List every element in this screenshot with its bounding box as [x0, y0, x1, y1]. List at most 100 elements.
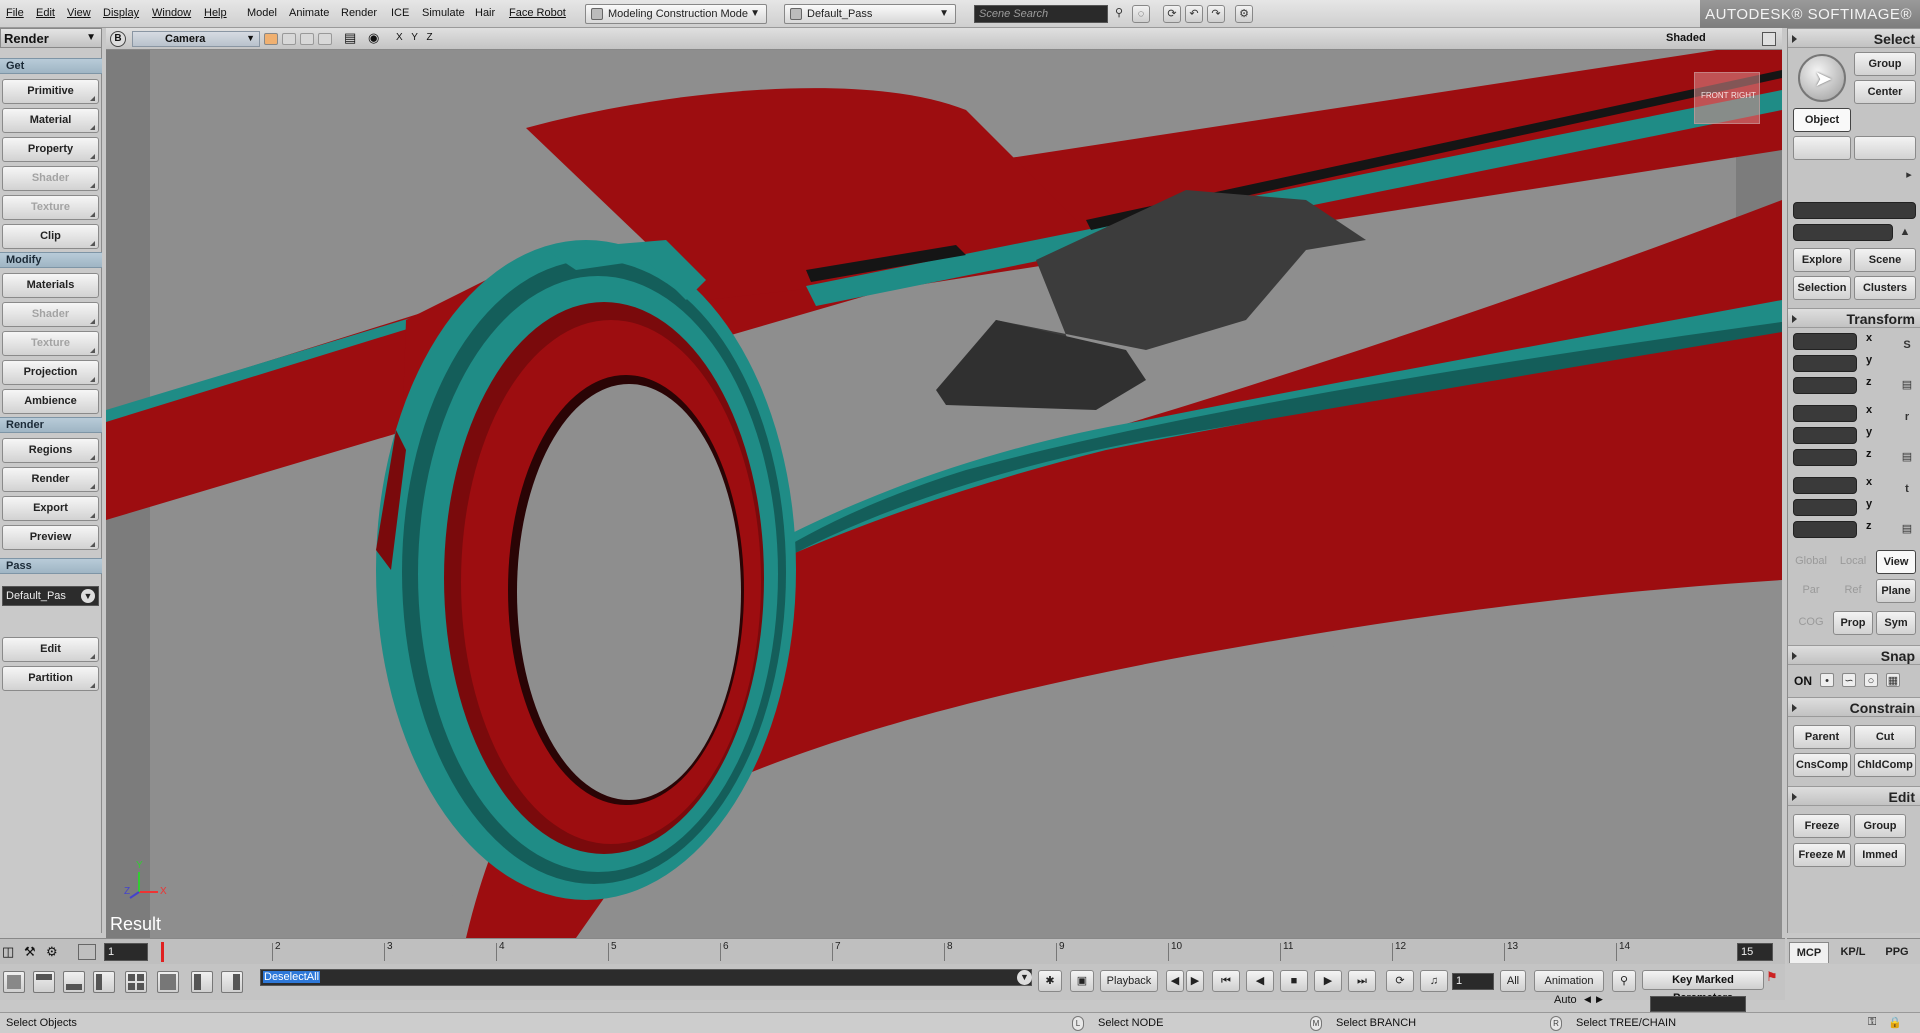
menu-edit[interactable]: Edit: [36, 7, 55, 19]
layout-single-icon[interactable]: [3, 971, 25, 993]
prev-frame-icon[interactable]: ◀: [1246, 970, 1274, 992]
material-button[interactable]: Material: [2, 108, 99, 133]
scale-icon[interactable]: S: [1900, 338, 1914, 352]
ref-ref-button[interactable]: Ref: [1833, 579, 1873, 603]
prop-button[interactable]: Prop: [1833, 611, 1873, 635]
all-button[interactable]: All: [1500, 970, 1526, 992]
rotate-icon[interactable]: r: [1900, 410, 1914, 424]
modify-texture-button[interactable]: Texture: [2, 331, 99, 356]
maximize-icon[interactable]: [1762, 32, 1776, 46]
explore-clusters-button[interactable]: Clusters: [1854, 276, 1916, 300]
gear-icon[interactable]: ⚙: [46, 944, 64, 960]
camera-select[interactable]: Camera ▼: [132, 31, 260, 47]
rotate-x-field[interactable]: [1793, 405, 1857, 422]
scene-search-input[interactable]: Scene Search: [974, 5, 1108, 23]
select-tool-button[interactable]: ➤: [1798, 54, 1846, 102]
rotate-y-field[interactable]: [1793, 427, 1857, 444]
menu-render[interactable]: Render: [341, 7, 377, 19]
lock-icon[interactable]: ⚿: [1868, 1016, 1876, 1029]
viewport-letter[interactable]: B: [110, 31, 126, 47]
undo-icon[interactable]: ↶: [1185, 5, 1203, 23]
rotate-z-field[interactable]: [1793, 449, 1857, 466]
current-frame-input[interactable]: 1: [1452, 973, 1494, 990]
snap-point-icon[interactable]: •: [1820, 673, 1834, 687]
snap-header[interactable]: Snap: [1788, 645, 1920, 665]
snap-curve-icon[interactable]: ∽: [1842, 673, 1856, 687]
menu-display[interactable]: Display: [103, 7, 139, 19]
render-button[interactable]: Render: [2, 467, 99, 492]
menu-simulate[interactable]: Simulate: [422, 7, 465, 19]
materials-button[interactable]: Materials: [2, 273, 99, 298]
prev-key-icon[interactable]: ◀: [1166, 970, 1184, 992]
wrench-icon[interactable]: ⚒: [24, 944, 42, 960]
pass-combo-top[interactable]: Default_Pass ▼: [784, 4, 956, 24]
playback-button[interactable]: Playback: [1100, 970, 1158, 992]
lock-icon[interactable]: ▤: [1900, 450, 1914, 464]
pass-select[interactable]: Default_Pas ▼: [2, 586, 99, 606]
camera-icon[interactable]: ▤: [344, 30, 356, 46]
regions-button[interactable]: Regions: [2, 438, 99, 463]
export-button[interactable]: Export: [2, 496, 99, 521]
ref-par-button[interactable]: Par: [1791, 579, 1831, 603]
chevron-down-icon[interactable]: ▼: [1017, 970, 1032, 985]
layout-top-icon[interactable]: [33, 971, 55, 993]
tab-ppg[interactable]: PPG: [1877, 942, 1917, 963]
refresh-icon[interactable]: ⟳: [1163, 5, 1181, 23]
key-next-icon[interactable]: ▶: [1596, 994, 1603, 1005]
key-prev-icon[interactable]: ◀: [1584, 994, 1591, 1005]
redo-icon[interactable]: ↷: [1207, 5, 1225, 23]
loop-icon[interactable]: ⟳: [1386, 970, 1414, 992]
animation-button[interactable]: Animation: [1534, 970, 1604, 992]
select-header[interactable]: Select: [1788, 28, 1920, 48]
translate-y-field[interactable]: [1793, 499, 1857, 516]
lock-icon[interactable]: 🔒: [1888, 1016, 1902, 1029]
transform-header[interactable]: Transform: [1788, 308, 1920, 328]
modify-shader-button[interactable]: Shader: [2, 302, 99, 327]
ambience-button[interactable]: Ambience: [2, 389, 99, 414]
chldcomp-button[interactable]: ChldComp: [1854, 753, 1916, 777]
edit-header[interactable]: Edit: [1788, 786, 1920, 806]
construction-mode-combo[interactable]: Modeling Construction Mode ▼: [585, 4, 767, 24]
translate-icon[interactable]: t: [1900, 482, 1914, 496]
scale-x-field[interactable]: [1793, 333, 1857, 350]
partition-button[interactable]: Partition: [2, 666, 99, 691]
freeze-button[interactable]: Freeze: [1793, 814, 1851, 838]
menu-animate[interactable]: Animate: [289, 7, 329, 19]
start-frame-input[interactable]: 1: [104, 943, 148, 961]
layout-quad-icon[interactable]: [125, 971, 147, 993]
menu-window[interactable]: Window: [152, 7, 191, 19]
scale-y-field[interactable]: [1793, 355, 1857, 372]
explore-scene-button[interactable]: Scene: [1854, 248, 1916, 272]
select-center-button[interactable]: Center: [1854, 80, 1916, 104]
split-view-icon[interactable]: [78, 944, 96, 960]
cnscomp-button[interactable]: CnsComp: [1793, 753, 1851, 777]
constrain-cut-button[interactable]: Cut: [1854, 725, 1916, 749]
auto-key-toggle[interactable]: Auto: [1554, 994, 1577, 1006]
audio-icon[interactable]: ♫: [1420, 970, 1448, 992]
preview-button[interactable]: Preview: [2, 525, 99, 550]
freeze-m-button[interactable]: Freeze M: [1793, 843, 1851, 867]
selection-field-1[interactable]: [1793, 202, 1916, 219]
selection-field-2[interactable]: [1793, 224, 1893, 241]
menu-help[interactable]: Help: [204, 7, 227, 19]
playhead[interactable]: [161, 942, 164, 962]
expand-arrow-icon[interactable]: ▸: [1902, 168, 1916, 182]
constrain-header[interactable]: Constrain: [1788, 697, 1920, 717]
explore-button[interactable]: Explore: [1793, 248, 1851, 272]
layout-custom-icon[interactable]: [221, 971, 243, 993]
menu-hair[interactable]: Hair: [475, 7, 495, 19]
display-mode-menu[interactable]: Shaded: [1666, 32, 1706, 44]
pass-edit-button[interactable]: Edit: [2, 637, 99, 662]
first-frame-icon[interactable]: ⏮: [1212, 970, 1240, 992]
layout-grid-icon[interactable]: [157, 971, 179, 993]
toolbar-selector[interactable]: Render ▼: [0, 28, 102, 48]
clip-button[interactable]: Clip: [2, 224, 99, 249]
navigation-cube[interactable]: FRONT RIGHT: [1694, 72, 1760, 124]
time-ruler[interactable]: 2 3 4 5 6 7 8 9 10 11 12 13 14: [160, 939, 1730, 965]
scale-z-field[interactable]: [1793, 377, 1857, 394]
snap-grid-icon[interactable]: ▦: [1886, 673, 1900, 687]
select-filter-button-1[interactable]: [1793, 136, 1851, 160]
snap-on-toggle[interactable]: ON: [1794, 674, 1812, 688]
memo-cam-icon[interactable]: [282, 33, 296, 45]
memo-cam-icon[interactable]: [264, 33, 278, 45]
